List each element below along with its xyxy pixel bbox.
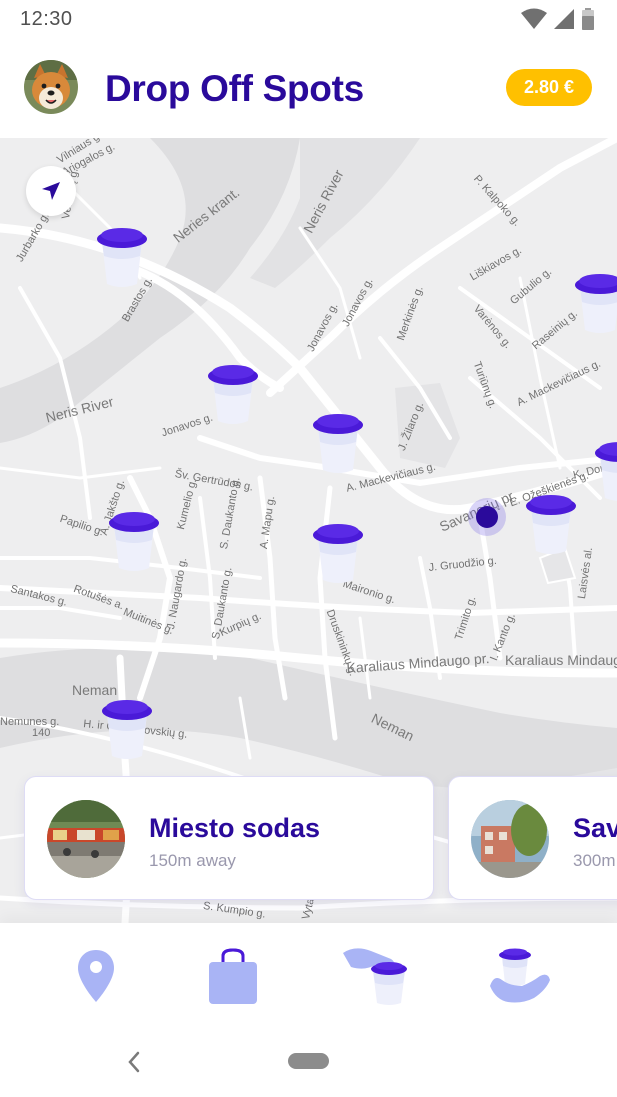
map-label: Neman [72, 682, 118, 698]
cup-icon [109, 512, 159, 571]
cup-icon [102, 700, 152, 759]
spot-card[interactable]: Miesto sodas 150m away [24, 776, 434, 900]
spot-photo [471, 800, 549, 878]
cup-pin[interactable] [592, 440, 617, 506]
user-location-dot [476, 506, 498, 528]
page-title: Drop Off Spots [105, 68, 364, 109]
cup-pin[interactable] [310, 522, 366, 588]
chevron-left-icon [128, 1051, 140, 1073]
cup-icon [313, 414, 363, 473]
nav-item-map[interactable] [61, 941, 131, 1011]
spot-card[interactable]: Sav 300m [448, 776, 617, 900]
spot-distance: 300m [573, 851, 616, 870]
spot-name: Miesto sodas [149, 813, 321, 843]
nav-item-drop-off[interactable] [336, 941, 416, 1011]
status-time: 12:30 [20, 8, 73, 30]
map-label: 140 [32, 727, 51, 739]
navigation-arrow-icon [42, 182, 60, 200]
status-bar: 12:30 [0, 0, 617, 38]
map-label: Nemunes g. [0, 716, 60, 728]
spot-photo [47, 800, 125, 878]
map-label: Karaliaus Mindaugo pr. [505, 652, 617, 668]
spot-distance: 150m away [149, 851, 236, 870]
wifi-icon [521, 8, 547, 29]
market-photo-icon [47, 800, 125, 878]
system-nav-bar [0, 1031, 617, 1097]
avatar[interactable] [24, 60, 78, 114]
system-home-button[interactable] [288, 1053, 329, 1069]
nav-item-shop[interactable] [198, 941, 268, 1011]
cup-pin[interactable] [99, 698, 155, 764]
battery-icon [582, 8, 594, 30]
cup-pin[interactable] [94, 226, 150, 292]
system-back-button[interactable] [120, 1045, 148, 1079]
cup-pin[interactable] [572, 272, 617, 338]
my-location-button[interactable] [26, 166, 76, 216]
location-pin-icon [78, 950, 114, 1002]
cup-icon [526, 495, 576, 554]
bottom-nav [0, 923, 617, 1031]
cup-icon [97, 228, 147, 287]
cup-return-icon [490, 948, 550, 1003]
map-view[interactable]: Vilniaus g. Jurbarko g. Brastos g. Veive… [0, 138, 617, 923]
shopping-bag-icon [209, 948, 257, 1004]
cup-icon [595, 442, 617, 501]
status-icons [521, 8, 595, 30]
signal-icon [554, 9, 574, 29]
cup-pin[interactable] [106, 510, 162, 576]
spot-name: Sav [573, 813, 617, 843]
cup-icon [575, 274, 617, 333]
user-location-marker [468, 498, 506, 536]
cup-pin[interactable] [205, 363, 261, 429]
cup-pin[interactable] [310, 412, 366, 478]
dog-avatar-icon [24, 60, 78, 114]
building-photo-icon [471, 800, 549, 878]
cup-pin[interactable] [523, 493, 579, 559]
cup-icon [313, 524, 363, 583]
cup-icon [208, 365, 258, 424]
hand-cup-icon [343, 948, 407, 1005]
nav-item-return[interactable] [484, 941, 556, 1011]
balance-badge[interactable]: 2.80 € [505, 69, 592, 106]
app-header: Drop Off Spots 2.80 € [0, 38, 617, 138]
